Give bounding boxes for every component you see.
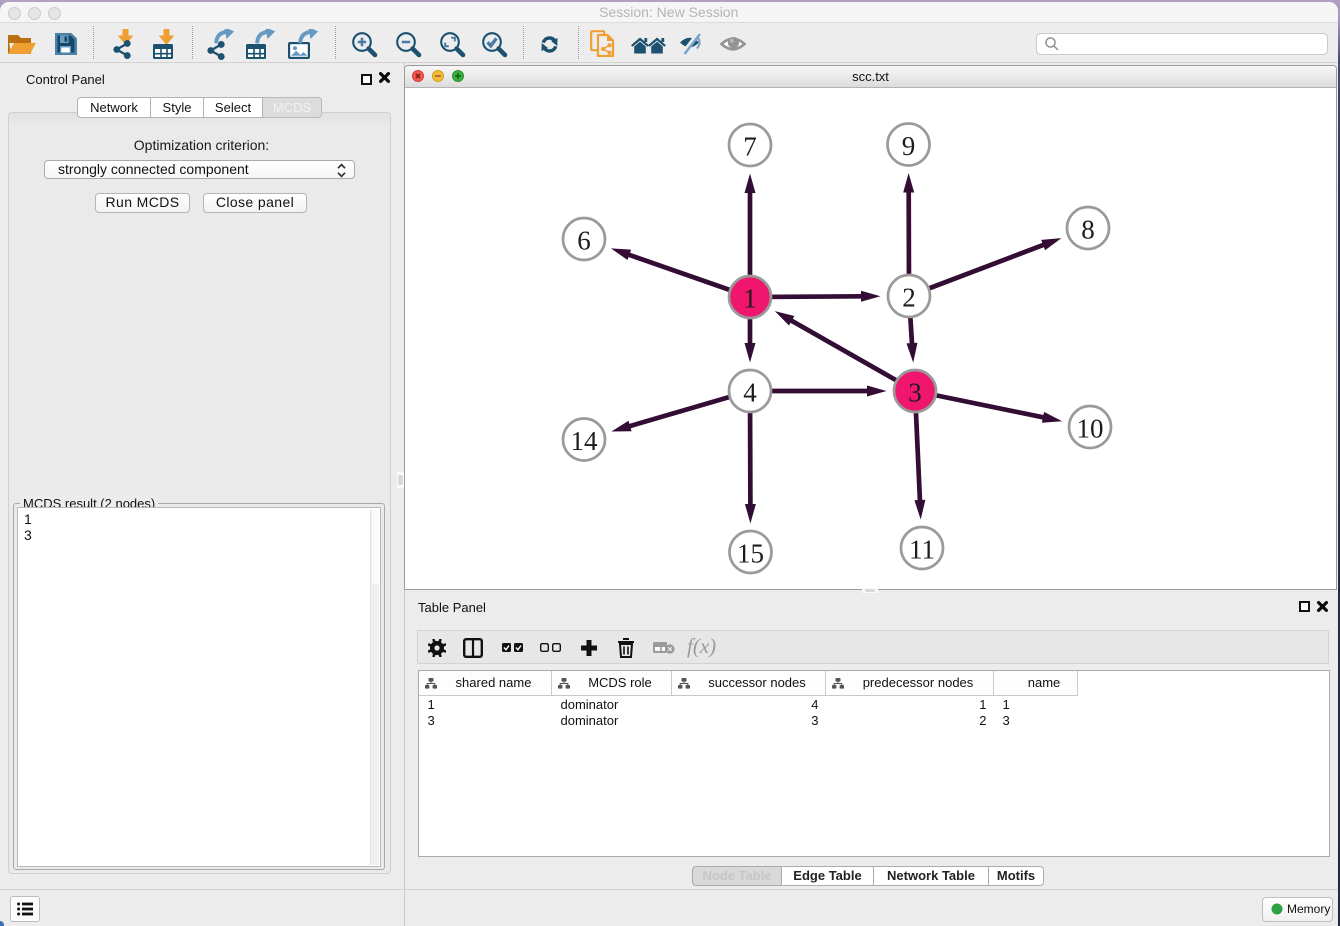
svg-text:1: 1 [743,284,757,314]
svg-text:14: 14 [571,426,599,456]
svg-text:3: 3 [908,378,922,408]
svg-text:9: 9 [902,131,916,161]
svg-text:10: 10 [1077,414,1104,444]
svg-text:2: 2 [902,283,916,313]
svg-text:15: 15 [737,539,764,569]
svg-text:6: 6 [577,226,591,256]
svg-text:11: 11 [909,535,935,565]
svg-text:7: 7 [743,132,757,162]
svg-text:8: 8 [1081,215,1095,245]
svg-text:4: 4 [743,378,757,408]
